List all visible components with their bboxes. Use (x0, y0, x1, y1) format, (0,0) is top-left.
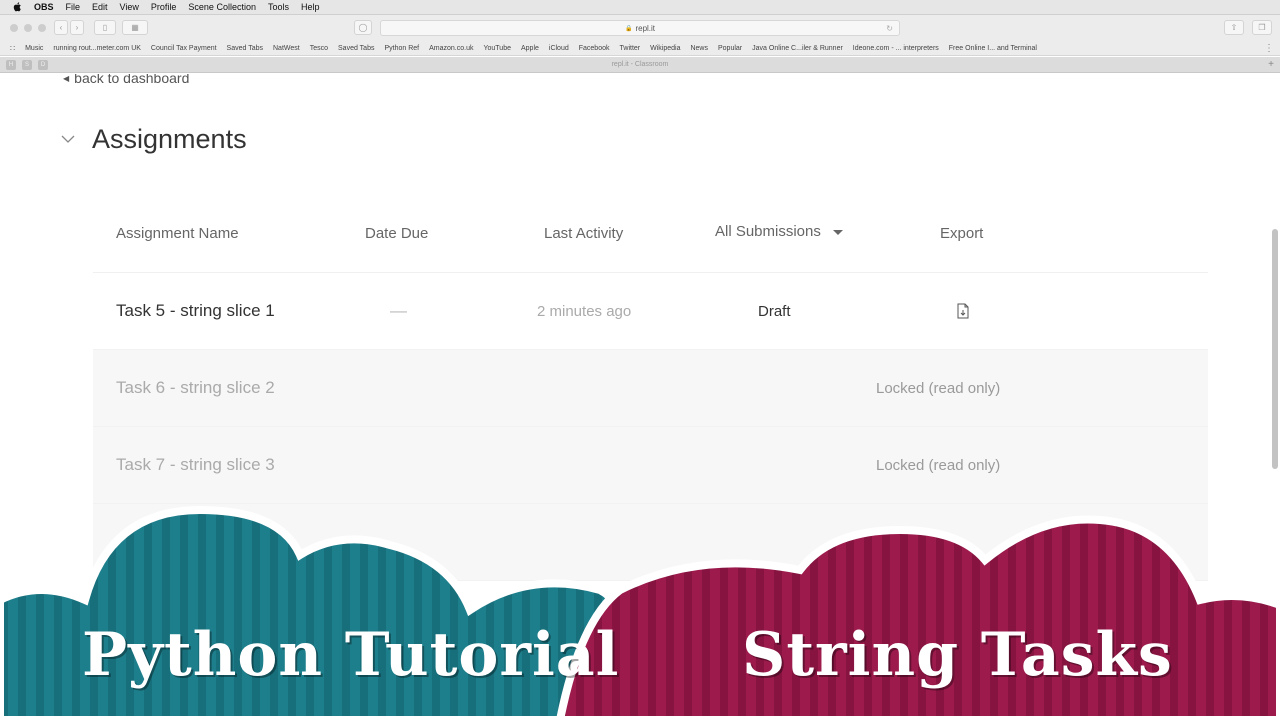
share-button[interactable]: ⇧ (1224, 20, 1244, 35)
sidebar-icon: ▯ (102, 23, 108, 32)
banner-title-right: String Tasks (742, 620, 1173, 690)
favorite-link[interactable]: Twitter (620, 45, 641, 52)
shield-icon: ◯ (358, 23, 368, 32)
chevron-right-icon: › (75, 23, 79, 32)
menu-bar: OBS File Edit View Profile Scene Collect… (0, 0, 1280, 15)
assignment-name[interactable]: Task 5 - string slice 1 (116, 301, 275, 321)
favorite-link[interactable]: Python Ref (384, 45, 419, 52)
share-icon: ⇧ (1230, 23, 1238, 32)
chevron-left-icon: ‹ (59, 23, 63, 32)
address-bar[interactable]: 🔒 repl.it ↻ (380, 20, 900, 36)
assignment-name[interactable]: Task 6 - string slice 2 (116, 378, 275, 398)
lock-icon: 🔒 (624, 25, 633, 32)
banner-title-left: Python Tutorial (82, 620, 620, 690)
table-row[interactable]: Task 5 - string slice 1 — 2 minutes ago … (93, 273, 1208, 350)
zoom-window-button[interactable] (38, 24, 46, 32)
title-banner: Python Tutorial String Tasks (0, 500, 1280, 720)
locked-status: Locked (read only) (876, 457, 1001, 474)
reload-icon[interactable]: ↻ (886, 24, 893, 33)
submissions-filter-dropdown[interactable]: All Submissions (715, 223, 843, 240)
menu-edit[interactable]: Edit (92, 2, 108, 12)
tab-bar: H S D repl.it - Classroom + (0, 57, 1280, 73)
back-link-label: back to dashboard (74, 74, 190, 86)
favorite-link[interactable]: Wikipedia (650, 45, 680, 52)
table-header: Assignment Name Date Due Last Activity A… (93, 195, 1208, 273)
favorite-link[interactable]: Saved Tabs (227, 45, 263, 52)
grid-icon[interactable]: ∷ (10, 44, 15, 53)
chevron-down-icon[interactable] (60, 132, 76, 148)
submissions-filter-label: All Submissions (715, 223, 821, 240)
favorite-link[interactable]: Ideone.com - ... interpreters (853, 45, 939, 52)
menu-app-obs[interactable]: OBS (34, 2, 54, 12)
column-header-date[interactable]: Date Due (365, 225, 428, 242)
menu-scene-collection[interactable]: Scene Collection (188, 2, 256, 12)
caret-left-icon: ◀ (63, 74, 70, 83)
favorite-link[interactable]: Popular (718, 45, 742, 52)
favorite-link[interactable]: running rout...meter.com UK (53, 45, 141, 52)
favorite-link[interactable]: Apple (521, 45, 539, 52)
column-header-activity[interactable]: Last Activity (544, 225, 623, 242)
tabs-overview-button[interactable]: ❐ (1252, 20, 1272, 35)
close-window-button[interactable] (10, 24, 18, 32)
table-row[interactable]: Task 7 - string slice 3 Locked (read onl… (93, 427, 1208, 504)
menu-tools[interactable]: Tools (268, 2, 289, 12)
assignment-name[interactable]: Task 7 - string slice 3 (116, 455, 275, 475)
last-activity: 2 minutes ago (537, 303, 632, 320)
page-title: Assignments (92, 124, 247, 154)
forward-button[interactable]: › (70, 20, 84, 35)
favorite-link[interactable]: News (690, 45, 708, 52)
favorite-link[interactable]: iCloud (549, 45, 569, 52)
menu-profile[interactable]: Profile (151, 2, 177, 12)
new-tab-icon[interactable]: + (1268, 59, 1274, 70)
apple-icon[interactable] (12, 2, 22, 12)
menu-help[interactable]: Help (301, 2, 320, 12)
favorite-link[interactable]: Java Online C...iler & Runner (752, 45, 843, 52)
column-header-export: Export (940, 225, 984, 242)
expand-icon[interactable]: ⋮ (1264, 43, 1274, 54)
favorite-link[interactable]: Free Online I... and Terminal (949, 45, 1037, 52)
export-file-icon[interactable] (956, 303, 970, 319)
tabs-icon: ❐ (1258, 23, 1266, 32)
url-text: repl.it (635, 23, 656, 33)
back-button[interactable]: ‹ (54, 20, 68, 35)
favorites-bar: ∷ Music running rout...meter.com UK Coun… (0, 41, 1280, 56)
favorite-link[interactable]: Amazon.co.uk (429, 45, 473, 52)
top-sites-button[interactable]: ▦ (122, 20, 148, 35)
window-controls (10, 24, 46, 32)
favorite-link[interactable]: YouTube (483, 45, 511, 52)
table-row[interactable]: Task 6 - string slice 2 Locked (read onl… (93, 350, 1208, 427)
assignments-header: Assignments (60, 124, 247, 155)
grid-icon: ▦ (131, 23, 139, 32)
browser-toolbar: ‹ › ▯ ▦ ◯ 🔒 repl.it ↻ ⇧ ❐ (0, 15, 1280, 41)
menu-view[interactable]: View (120, 2, 139, 12)
active-tab-title[interactable]: repl.it - Classroom (0, 61, 1280, 68)
privacy-report-button[interactable]: ◯ (354, 20, 372, 35)
locked-status: Locked (read only) (876, 380, 1001, 397)
caret-down-icon (832, 230, 843, 235)
column-header-name[interactable]: Assignment Name (116, 225, 239, 242)
favorite-link[interactable]: Music (25, 45, 43, 52)
favorite-link[interactable]: Council Tax Payment (151, 45, 217, 52)
scrollbar-thumb[interactable] (1272, 229, 1278, 469)
minimize-window-button[interactable] (24, 24, 32, 32)
favorite-link[interactable]: Saved Tabs (338, 45, 374, 52)
due-date: — (390, 301, 407, 320)
back-to-dashboard-link[interactable]: ◀ back to dashboard (63, 74, 189, 86)
favorite-link[interactable]: NatWest (273, 45, 300, 52)
favorite-link[interactable]: Tesco (310, 45, 328, 52)
submission-status: Draft (758, 303, 791, 320)
sidebar-toggle-button[interactable]: ▯ (94, 20, 116, 35)
favorite-link[interactable]: Facebook (579, 45, 610, 52)
menu-file[interactable]: File (66, 2, 81, 12)
